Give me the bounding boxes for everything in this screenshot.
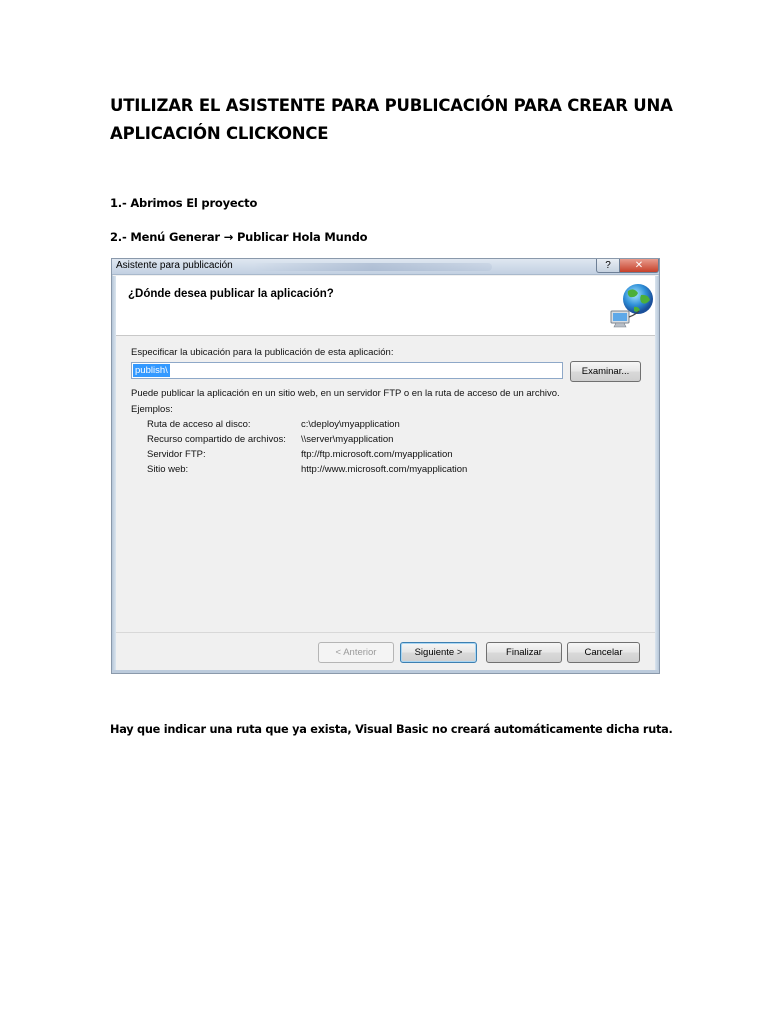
publish-location-value: publish\ <box>133 364 170 377</box>
dialog-right-frame <box>655 276 659 673</box>
cancel-button[interactable]: Cancelar <box>567 642 640 663</box>
example-value: ftp://ftp.microsoft.com/myapplication <box>301 449 453 460</box>
help-button[interactable]: ? <box>596 259 620 273</box>
example-label: Recurso compartido de archivos: <box>147 434 286 445</box>
example-value: c:\deploy\myapplication <box>301 419 400 430</box>
close-button[interactable]: ✕ <box>619 259 659 273</box>
dialog-window-title: Asistente para publicación <box>116 260 233 271</box>
close-icon: ✕ <box>634 260 644 271</box>
example-value: http://www.microsoft.com/myapplication <box>301 464 468 475</box>
example-label: Servidor FTP: <box>147 449 206 460</box>
example-value: \\server\myapplication <box>301 434 394 445</box>
step-2-text: 2.- Menú Generar → Publicar Hola Mundo <box>110 230 368 244</box>
next-button[interactable]: Siguiente > <box>400 642 477 663</box>
help-icon: ? <box>605 260 611 271</box>
finish-button[interactable]: Finalizar <box>486 642 562 663</box>
footer-separator <box>116 632 655 633</box>
info-text: Puede publicar la aplicación en un sitio… <box>131 388 560 399</box>
blurred-titlebar-area <box>252 263 492 271</box>
step-1-text: 1.- Abrimos El proyecto <box>110 196 258 210</box>
example-label: Sitio web: <box>147 464 189 475</box>
note-text: Hay que indicar una ruta que ya exista, … <box>110 723 673 736</box>
dialog-bottom-frame <box>112 670 659 673</box>
document-title: UTILIZAR EL ASISTENTE PARA PUBLICACIÓN P… <box>110 96 673 143</box>
publish-wizard-dialog: Asistente para publicación ? ✕ ¿Dónde de… <box>111 258 660 674</box>
publish-location-input[interactable]: publish\ <box>131 362 563 379</box>
example-label: Ruta de acceso al disco: <box>147 419 251 430</box>
browse-button[interactable]: Examinar... <box>570 361 641 382</box>
previous-button[interactable]: < Anterior <box>318 642 394 663</box>
globe-network-icon <box>610 284 653 328</box>
examples-label: Ejemplos: <box>131 404 173 415</box>
wizard-header-panel: ¿Dónde desea publicar la aplicación? <box>116 276 655 336</box>
dialog-titlebar: Asistente para publicación <box>112 259 659 275</box>
wizard-heading: ¿Dónde desea publicar la aplicación? <box>128 288 334 300</box>
location-label: Especificar la ubicación para la publica… <box>131 347 394 358</box>
